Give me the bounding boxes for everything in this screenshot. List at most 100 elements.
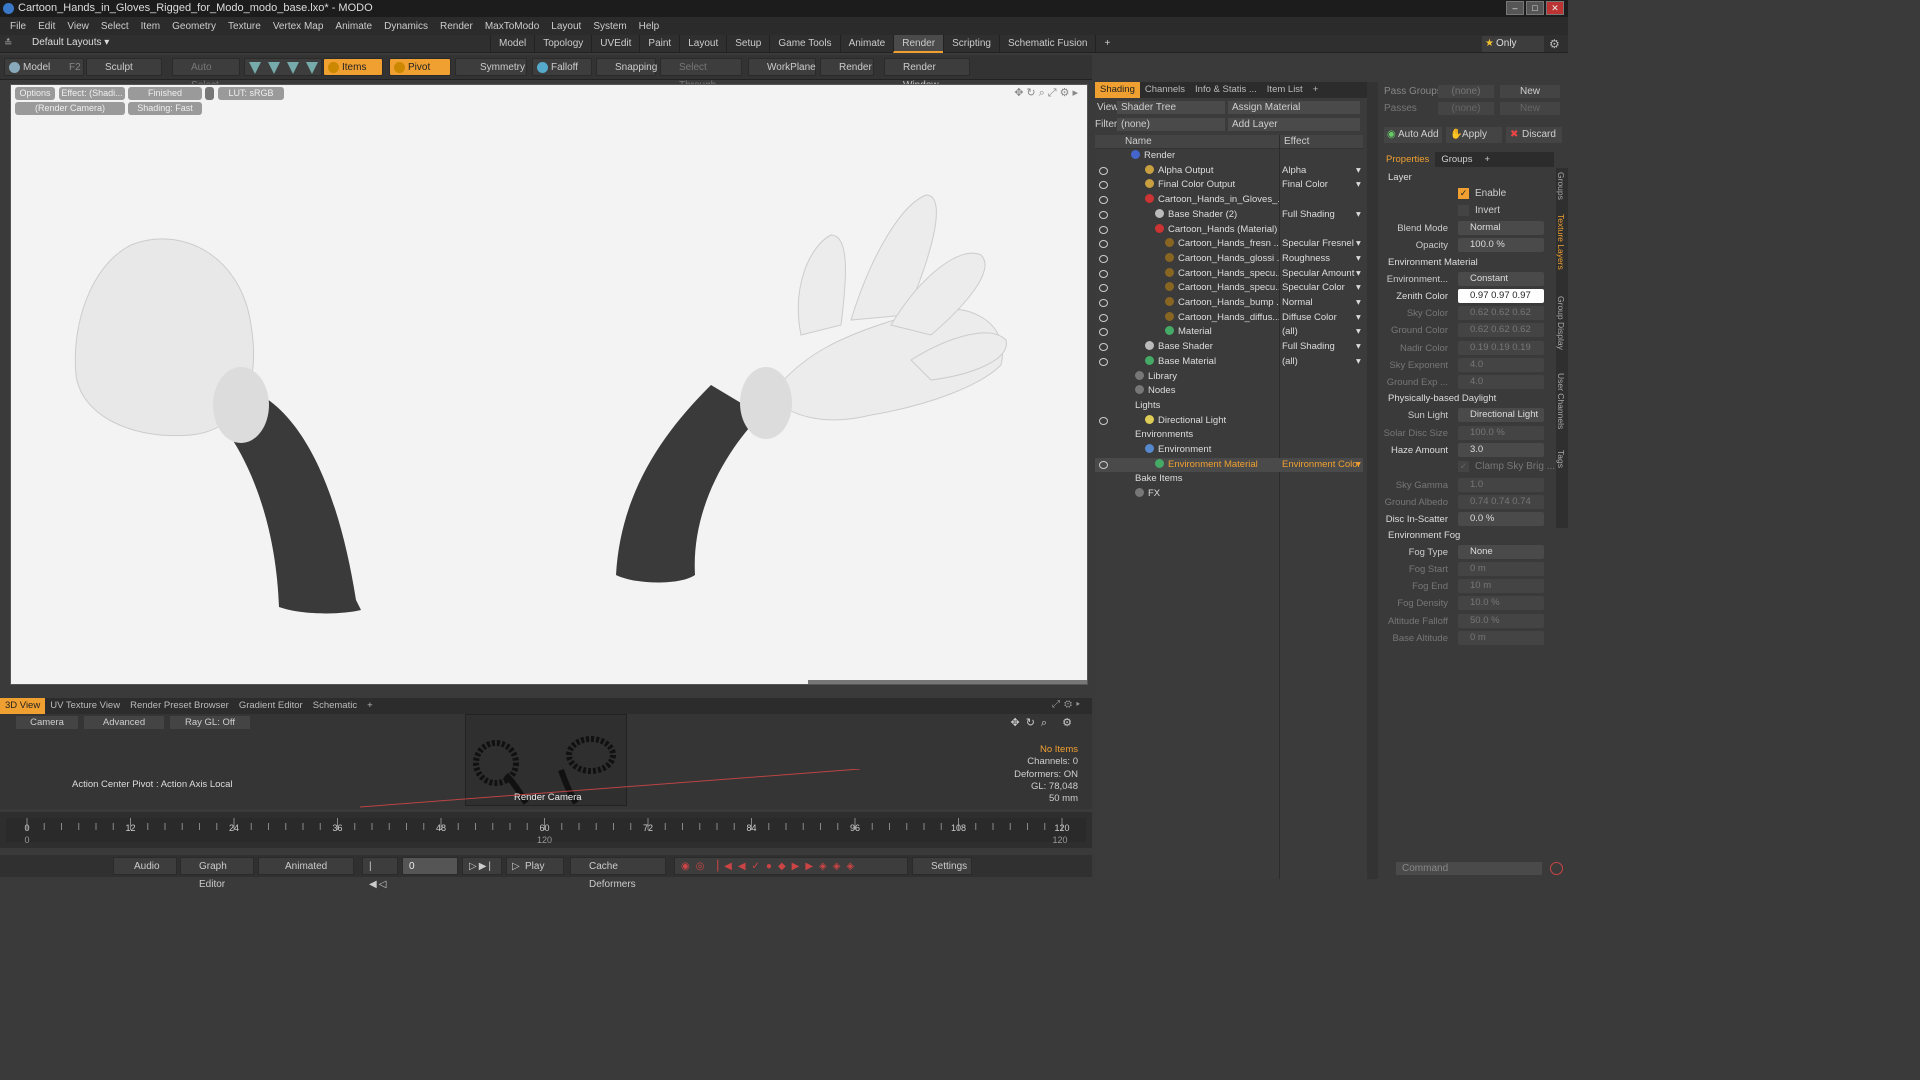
record-icon[interactable]: [1550, 862, 1563, 875]
tree-row[interactable]: Cartoon_Hands_in_Gloves_...: [1095, 193, 1363, 208]
auto-select-button[interactable]: Auto Select: [172, 58, 240, 91]
vtab-group-display[interactable]: Group Display: [1556, 296, 1566, 350]
model-mode-button[interactable]: Model F2: [4, 58, 84, 76]
field-value[interactable]: 3.0: [1458, 443, 1544, 458]
pass-groups-dropdown[interactable]: (none): [1438, 85, 1494, 98]
tree-scrollbar[interactable]: [1367, 82, 1378, 879]
audio-button[interactable]: Audio: [113, 857, 177, 875]
tree-row[interactable]: Lights: [1095, 399, 1363, 414]
tree-row[interactable]: Cartoon_Hands_diffus... Diffuse Color ▾: [1095, 311, 1363, 326]
material-mode-icon[interactable]: [306, 62, 318, 74]
view-tabs-controls[interactable]: ⤢⚙▸: [1052, 699, 1084, 710]
vtab-user-channels[interactable]: User Channels: [1556, 373, 1566, 429]
menu-texture[interactable]: Texture: [222, 21, 267, 32]
viewtab-uv-texture-view[interactable]: UV Texture View: [45, 698, 125, 714]
visibility-eye-icon[interactable]: [1099, 416, 1108, 425]
view-dropdown[interactable]: Shader Tree: [1117, 101, 1225, 114]
menu-file[interactable]: File: [4, 21, 32, 32]
discard-button[interactable]: ✖ Discard: [1506, 127, 1562, 143]
filter-dropdown[interactable]: (none): [1117, 118, 1225, 131]
blend-mode-dropdown[interactable]: Normal: [1458, 221, 1544, 235]
visibility-eye-icon[interactable]: [1099, 313, 1108, 322]
timeline-ruler[interactable]: 0 12 24 36 48 60 72 84 96 108 120 0 120 120: [0, 812, 1092, 848]
viewtab-add[interactable]: +: [362, 698, 378, 714]
pivot-mode-button[interactable]: Pivot: [389, 58, 451, 76]
play-button[interactable]: ▷ Play: [506, 857, 564, 875]
tree-row[interactable]: Nodes: [1095, 384, 1363, 399]
polygon-mode-icon[interactable]: [287, 62, 299, 74]
auto-add-button[interactable]: ◉ Auto Add: [1384, 127, 1442, 143]
shading-tab-channels[interactable]: Channels: [1140, 82, 1190, 98]
shading-tab-shading[interactable]: Shading: [1095, 82, 1140, 98]
menu-select[interactable]: Select: [95, 21, 135, 32]
new-pass-group-button[interactable]: New: [1500, 85, 1560, 98]
visibility-eye-icon[interactable]: [1099, 460, 1108, 469]
tree-item-effect[interactable]: Alpha: [1282, 164, 1362, 179]
invert-checkbox[interactable]: [1458, 205, 1469, 216]
camera-menu[interactable]: Camera: [16, 716, 78, 729]
add-layer-dropdown[interactable]: Add Layer: [1228, 118, 1360, 131]
vertex-mode-icon[interactable]: [249, 62, 261, 74]
dropdown-arrow-icon[interactable]: ▾: [1356, 237, 1361, 252]
falloff-button[interactable]: Falloff: [532, 58, 592, 76]
dropdown-arrow-icon[interactable]: ▾: [1356, 340, 1361, 355]
viewtab-schematic[interactable]: Schematic: [308, 698, 362, 714]
field-value[interactable]: 50.0 %: [1458, 613, 1544, 628]
lower-3d-view[interactable]: Camera Advanced Ray GL: Off Action Cente…: [0, 714, 1092, 809]
tree-row[interactable]: Alpha Output Alpha ▾: [1095, 164, 1363, 179]
menu-animate[interactable]: Animate: [329, 21, 378, 32]
tree-item-effect[interactable]: Final Color: [1282, 178, 1362, 193]
raygl-menu[interactable]: Ray GL: Off: [170, 716, 250, 729]
menu-render[interactable]: Render: [434, 21, 479, 32]
tree-row[interactable]: Environment Material Environment Color ▾: [1095, 457, 1363, 473]
field-value[interactable]: 10 m: [1458, 579, 1544, 594]
dropdown-arrow-icon[interactable]: ▾: [1356, 296, 1361, 311]
env-fog-section[interactable]: Environment Fog: [1388, 530, 1460, 541]
tab-setup[interactable]: Setup: [726, 35, 769, 53]
tab-game-tools[interactable]: Game Tools: [769, 35, 839, 53]
env-material-section[interactable]: Environment Material: [1388, 257, 1478, 268]
visibility-eye-icon[interactable]: [1099, 299, 1108, 307]
vtab-tags[interactable]: Tags: [1556, 450, 1566, 468]
visibility-eye-icon[interactable]: [1099, 254, 1108, 263]
tree-item-effect[interactable]: Full Shading: [1282, 340, 1362, 355]
viewtab-render-preset-browser[interactable]: Render Preset Browser: [125, 698, 234, 714]
vtab-texture-layers[interactable]: Texture Layers: [1556, 214, 1566, 270]
tab-paint[interactable]: Paint: [639, 35, 679, 53]
field-value[interactable]: 0.97 0.97 0.97: [1458, 289, 1544, 303]
menu-dynamics[interactable]: Dynamics: [378, 21, 434, 32]
visibility-eye-icon[interactable]: [1099, 343, 1108, 352]
dropdown-arrow-icon[interactable]: ▾: [1356, 281, 1361, 296]
menu-edit[interactable]: Edit: [32, 21, 61, 32]
snapping-button[interactable]: Snapping: [596, 58, 657, 76]
field-value[interactable]: 1.0: [1458, 478, 1544, 492]
menu-vertex-map[interactable]: Vertex Map: [267, 21, 330, 32]
shading-tab-item-list[interactable]: Item List: [1262, 82, 1308, 98]
tab-add[interactable]: +: [1095, 35, 1118, 53]
sculpt-button[interactable]: Sculpt: [86, 58, 162, 76]
opacity-field[interactable]: 100.0 %: [1458, 238, 1544, 252]
tree-item-effect[interactable]: Diffuse Color: [1282, 311, 1362, 326]
animated-dropdown[interactable]: Animated: [258, 857, 354, 875]
tree-row[interactable]: Base Shader Full Shading ▾: [1095, 340, 1363, 355]
field-value[interactable]: 0.62 0.62 0.62: [1458, 306, 1544, 321]
field-value[interactable]: 0.74 0.74 0.74: [1458, 495, 1544, 510]
visibility-eye-icon[interactable]: [1099, 284, 1108, 293]
tree-item-effect[interactable]: Full Shading: [1282, 208, 1362, 223]
viewtab-3d-view[interactable]: 3D View: [0, 698, 46, 714]
props-tab-groups[interactable]: Groups: [1435, 152, 1478, 167]
tab-animate[interactable]: Animate: [839, 35, 894, 53]
tree-row[interactable]: FX: [1095, 487, 1363, 502]
apply-button[interactable]: ✋ Apply: [1446, 127, 1502, 143]
tree-item-effect[interactable]: Normal: [1282, 296, 1362, 311]
tab-scripting[interactable]: Scripting: [943, 35, 999, 53]
field-value[interactable]: 0.0 %: [1458, 512, 1544, 527]
only-toggle[interactable]: ★ Only: [1482, 36, 1544, 52]
visibility-eye-icon[interactable]: [1099, 196, 1108, 205]
field-value[interactable]: 0 m: [1458, 630, 1544, 645]
shading-tab--[interactable]: +: [1308, 82, 1324, 98]
field-value[interactable]: 10.0 %: [1458, 596, 1544, 611]
viewtab-gradient-editor[interactable]: Gradient Editor: [234, 698, 308, 714]
tree-item-effect[interactable]: Roughness: [1282, 252, 1362, 267]
visibility-eye-icon[interactable]: [1099, 328, 1108, 337]
